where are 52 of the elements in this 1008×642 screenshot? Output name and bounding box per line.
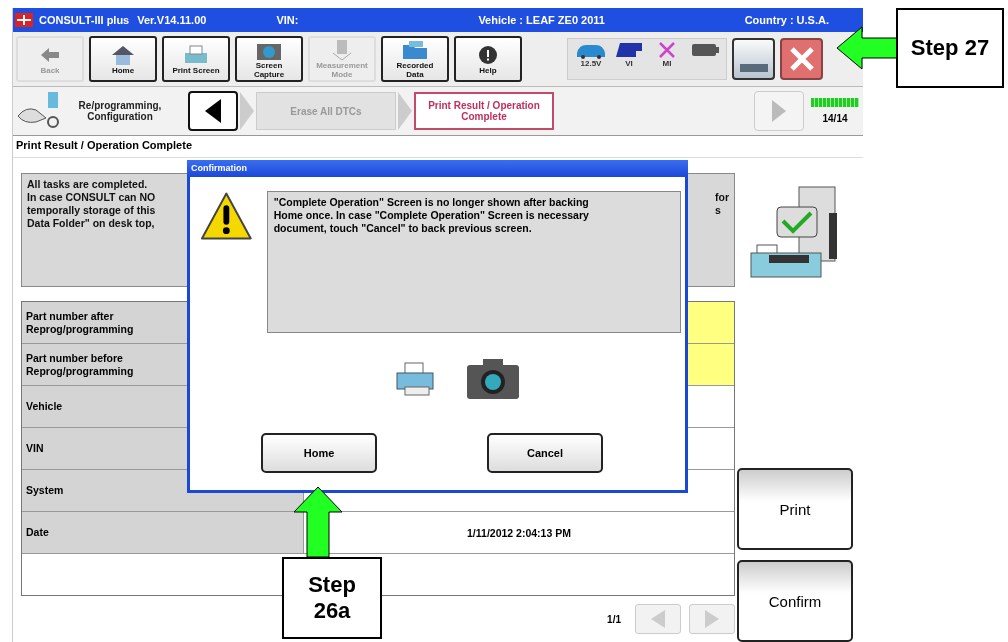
toolbar-button[interactable]: Recorded Data xyxy=(381,36,449,82)
printer-icon xyxy=(394,361,437,397)
step-callout: Step 27 xyxy=(896,8,1004,88)
toolbar-button[interactable]: Print Screen xyxy=(162,36,230,82)
step-callout: Step 26a xyxy=(282,557,382,639)
table-cell-text: 1/11/2012 2:04:13 PM xyxy=(466,525,572,541)
app-version: Ver.V14.11.00 xyxy=(137,14,207,26)
folder-icon xyxy=(400,39,430,61)
help-button[interactable]: Help xyxy=(454,36,522,82)
triangle-left-icon xyxy=(203,98,223,124)
print-button[interactable]: Print xyxy=(737,468,853,550)
message-text: In case CONSULT can NO xyxy=(27,191,156,204)
triangle-left-icon xyxy=(650,609,666,629)
dialog-title: Confirmation xyxy=(187,160,688,177)
app-name: CONSULT-III plus xyxy=(39,14,130,26)
message-text: temporally storage of this xyxy=(27,204,156,217)
minimize-icon xyxy=(739,64,768,72)
message-text: for xyxy=(715,191,729,204)
table-cell: Date xyxy=(22,512,304,553)
message-text: s xyxy=(715,204,722,217)
status-label: MI xyxy=(662,59,672,68)
previous-step-button[interactable] xyxy=(188,91,238,131)
triangle-right-icon xyxy=(704,609,720,629)
message-text: All tasks are completed. xyxy=(27,178,149,191)
section-title: Print Result / Operation Complete xyxy=(13,136,863,158)
status-label: VI xyxy=(625,59,633,68)
progress-count: 14/14 xyxy=(822,113,848,124)
toolbar-button[interactable]: Screen Capture xyxy=(235,36,303,82)
camera-icon xyxy=(464,357,521,401)
triangle-right-icon xyxy=(771,99,787,123)
country-label: Country : U.S.A. xyxy=(744,14,829,26)
logo-icon xyxy=(15,13,33,27)
minimize-button[interactable] xyxy=(732,38,775,80)
message-text: Data Folder" on desk top, xyxy=(27,217,156,230)
status-label: 12.5V xyxy=(580,59,602,68)
close-button[interactable] xyxy=(780,38,823,80)
page-count: 1/1 xyxy=(607,613,621,625)
chevron-icon xyxy=(240,92,254,130)
vin-label: VIN: xyxy=(276,14,299,26)
cancel-button[interactable]: Cancel xyxy=(487,433,603,473)
confirm-button[interactable]: Confirm xyxy=(737,560,853,642)
warning-icon xyxy=(200,191,253,241)
vehicle-label: Vehicle : LEAF ZE0 2011 xyxy=(478,14,605,26)
home-button[interactable]: Home xyxy=(261,433,377,473)
step-tab[interactable]: Print Result / Operation Complete xyxy=(414,92,554,130)
arrow-up-icon xyxy=(293,486,343,558)
chevron-icon xyxy=(398,92,412,130)
arrow-left-icon xyxy=(836,26,898,70)
mode-label: Re/programming, Configuration xyxy=(77,100,163,122)
dialog-message: "Complete Operation" Screen is no longer shown after backing Home once. In case "Complete Operation" Screen is necessary document, touch "Cancel" to back previous screen. xyxy=(266,191,681,333)
close-icon xyxy=(788,46,815,72)
home-button[interactable]: Home xyxy=(89,36,157,82)
